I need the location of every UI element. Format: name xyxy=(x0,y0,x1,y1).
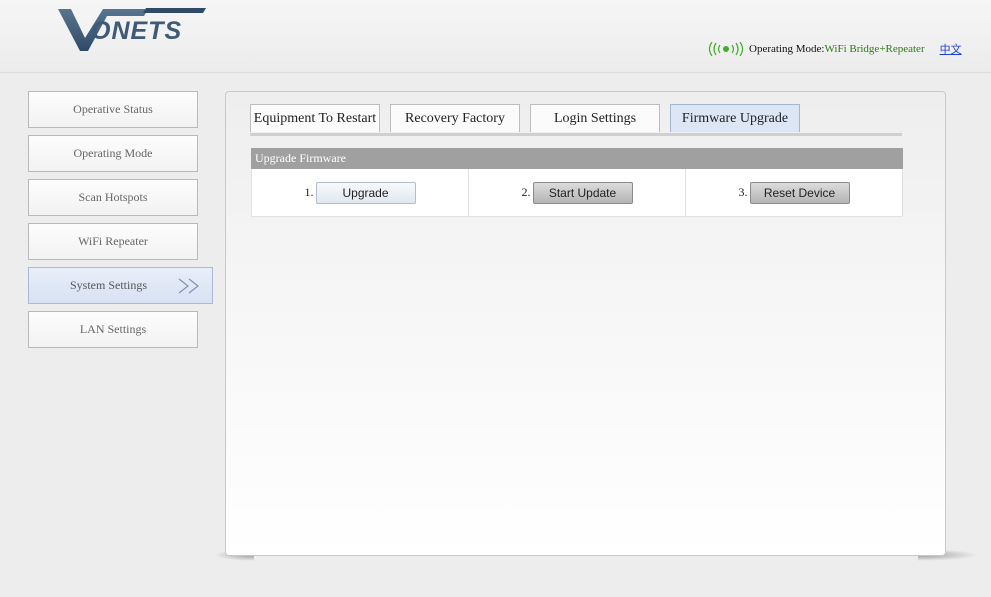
firmware-steps-row: 1. Upgrade 2. Start Update 3. Reset Devi… xyxy=(251,169,903,217)
content-panel: Equipment To Restart Recovery Factory Lo… xyxy=(225,91,946,556)
step-number: 3. xyxy=(738,185,748,199)
firmware-table-header: Upgrade Firmware xyxy=(251,148,903,169)
operating-mode-indicator: Operating Mode: WiFi Bridge+Repeater 中文 xyxy=(706,39,962,59)
step-number: 2. xyxy=(521,185,531,199)
language-switch-link[interactable]: 中文 xyxy=(940,41,962,57)
tab-recovery-factory[interactable]: Recovery Factory xyxy=(390,104,520,132)
sidebar-item-operative-status[interactable]: Operative Status xyxy=(28,91,198,128)
operating-mode-label: Operating Mode: xyxy=(749,43,825,55)
wifi-signal-icon xyxy=(708,42,744,56)
tab-underline xyxy=(250,133,902,136)
tab-login-settings[interactable]: Login Settings xyxy=(530,104,660,132)
sidebar-item-label: WiFi Repeater xyxy=(78,234,148,248)
vonets-logo: ONETS xyxy=(58,8,206,51)
reset-device-button[interactable]: Reset Device xyxy=(749,181,850,204)
upgrade-button[interactable]: Upgrade xyxy=(315,181,416,204)
sidebar-item-label: Operating Mode xyxy=(73,146,153,160)
sidebar-item-operating-mode[interactable]: Operating Mode xyxy=(28,135,198,172)
step-number: 1. xyxy=(304,185,314,199)
sidebar-item-system-settings[interactable]: System Settings xyxy=(28,267,213,304)
sidebar-item-label: LAN Settings xyxy=(79,322,147,336)
sidebar-item-label: Operative Status xyxy=(73,102,153,116)
start-update-button[interactable]: Start Update xyxy=(532,181,633,204)
sidebar-item-scan-hotspots[interactable]: Scan Hotspots xyxy=(28,179,198,216)
operating-mode-value: WiFi Bridge+Repeater xyxy=(824,43,925,55)
firmware-upgrade-table: Upgrade Firmware 1. Upgrade 2. Start Upd… xyxy=(251,148,903,217)
sidebar-item-label: System Settings xyxy=(69,278,147,292)
tab-firmware-upgrade[interactable]: Firmware Upgrade xyxy=(670,104,800,132)
settings-tabs: Equipment To Restart Recovery Factory Lo… xyxy=(250,104,810,132)
double-chevron-right-icon xyxy=(178,278,199,294)
header-bar: ONETS Operating Mode: WiFi Bridge+Repeat… xyxy=(0,0,991,73)
sidebar-nav: Operative Status Operating Mode Scan Hot… xyxy=(28,91,218,355)
step-cell-upgrade: 1. Upgrade xyxy=(252,169,469,216)
step-cell-reset-device: 3. Reset Device xyxy=(686,169,902,216)
sidebar-item-lan-settings[interactable]: LAN Settings xyxy=(28,311,198,348)
tab-equipment-restart[interactable]: Equipment To Restart xyxy=(250,104,380,132)
step-cell-start-update: 2. Start Update xyxy=(469,169,686,216)
sidebar-item-label: Scan Hotspots xyxy=(78,190,148,204)
svg-text:ONETS: ONETS xyxy=(91,17,182,45)
sidebar-item-wifi-repeater[interactable]: WiFi Repeater xyxy=(28,223,198,260)
